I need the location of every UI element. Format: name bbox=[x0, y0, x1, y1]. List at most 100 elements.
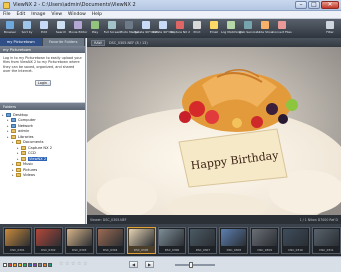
rating-star-icon[interactable]: ☆ bbox=[65, 262, 70, 267]
zoom-slider[interactable] bbox=[175, 261, 215, 268]
rating-star-icon[interactable]: ☆ bbox=[71, 262, 76, 267]
thumbnail-caption: DSC_0310 bbox=[288, 247, 303, 252]
expand-icon[interactable]: ▸ bbox=[7, 118, 10, 122]
thumbnail-image bbox=[252, 228, 278, 246]
toolbar-button-play[interactable]: Play bbox=[87, 21, 103, 38]
convert-icon bbox=[278, 21, 286, 29]
expand-icon[interactable]: ▸ bbox=[17, 151, 20, 155]
folder-icon bbox=[16, 140, 21, 145]
label-swatch-5[interactable] bbox=[28, 262, 32, 267]
toolbar-button-edit[interactable]: Edit bbox=[36, 21, 52, 38]
thumbnail-caption: DSC_0303 bbox=[72, 247, 87, 252]
rating-star-icon[interactable]: ☆ bbox=[83, 262, 88, 267]
close-button[interactable]: ✕ bbox=[321, 1, 339, 9]
toolbar-button-web-service[interactable]: Web Service bbox=[238, 21, 258, 38]
label-swatch-7[interactable] bbox=[38, 262, 42, 267]
expand-icon[interactable]: ▸ bbox=[7, 129, 10, 133]
filmstrip-thumbnail[interactable]: DSC_0307 bbox=[188, 226, 218, 254]
label-swatch-6[interactable] bbox=[33, 262, 37, 267]
expand-icon[interactable]: ▸ bbox=[12, 173, 15, 177]
toolbar-label: Search bbox=[55, 30, 67, 34]
label-swatch-0[interactable] bbox=[3, 262, 7, 267]
label-swatch-1[interactable] bbox=[8, 262, 12, 267]
toolbar-button-slideshow[interactable]: Slide Show bbox=[257, 21, 273, 38]
toolbar-button-rotate-cw[interactable]: Rotate 90°CW bbox=[152, 21, 174, 38]
tab-my-picturetown[interactable]: my Picturetown bbox=[0, 38, 43, 46]
toolbar-button-convert[interactable]: Convert Files bbox=[272, 21, 292, 38]
menu-file[interactable]: File bbox=[3, 12, 11, 17]
maximize-button[interactable]: □ bbox=[308, 1, 320, 9]
rotate-cw-icon bbox=[159, 21, 167, 29]
menu-help[interactable]: Help bbox=[92, 12, 102, 17]
rating-star-icon[interactable]: ☆ bbox=[59, 262, 64, 267]
raw-mode-button[interactable]: RAW bbox=[91, 39, 105, 46]
previous-image-button[interactable]: ◀ bbox=[129, 261, 138, 268]
menu-image[interactable]: Image bbox=[31, 12, 45, 17]
left-pane: my Picturetown Favorite Folders my Pictu… bbox=[0, 38, 86, 230]
toolbar-button-movie-editor[interactable]: Movie Editor bbox=[69, 21, 87, 38]
login-button[interactable]: Login bbox=[34, 79, 51, 86]
edit-icon bbox=[40, 21, 48, 29]
print-icon bbox=[193, 21, 201, 29]
expand-icon[interactable]: ▸ bbox=[12, 168, 15, 172]
label-swatch-4[interactable] bbox=[23, 262, 27, 267]
toolbar-label: Full Screen bbox=[103, 30, 121, 34]
menu-bar: File Edit Image View Window Help bbox=[0, 11, 341, 19]
zoom-slider-knob[interactable] bbox=[189, 261, 193, 268]
window-title: ViewNX 2 - C:\Users\admin\Documents\View… bbox=[13, 2, 136, 8]
toolbar-button-search[interactable]: Search bbox=[53, 21, 69, 38]
filmstrip-thumbnail[interactable]: DSC_0303 bbox=[64, 226, 94, 254]
viewer-status: Viewer: DSC_0305.NEF 1 / 1 Nikon D7000 R… bbox=[87, 215, 341, 224]
capture-icon bbox=[176, 21, 184, 29]
filter-button[interactable]: Filter bbox=[321, 21, 339, 38]
filmstrip-thumbnail[interactable]: DSC_0304 bbox=[95, 226, 125, 254]
filmstrip-thumbnail[interactable]: DSC_0301 bbox=[3, 226, 32, 254]
expand-icon[interactable]: ▸ bbox=[2, 113, 5, 117]
expand-icon[interactable]: ▸ bbox=[17, 146, 20, 150]
label-swatch-2[interactable] bbox=[13, 262, 17, 267]
filmstrip-thumbnail[interactable]: DSC_0309 bbox=[250, 226, 280, 254]
menu-edit[interactable]: Edit bbox=[17, 12, 26, 17]
toolbar-button-email[interactable]: Email bbox=[206, 21, 222, 38]
expand-icon[interactable]: ▸ bbox=[7, 124, 10, 128]
photo-merge-icon bbox=[125, 21, 133, 29]
viewer-status-left: Viewer: DSC_0305.NEF bbox=[90, 217, 127, 222]
next-image-button[interactable]: ▶ bbox=[145, 261, 154, 268]
filmstrip-thumbnail[interactable]: DSC_0311 bbox=[312, 226, 341, 254]
tree-node[interactable]: ▸ Videos bbox=[2, 173, 83, 179]
thumbnail-caption: DSC_0304 bbox=[102, 247, 118, 252]
menu-view[interactable]: View bbox=[51, 12, 62, 17]
label-swatch-9[interactable] bbox=[48, 262, 52, 267]
tree-node-label: CCD bbox=[28, 151, 36, 156]
expand-icon[interactable]: ▸ bbox=[17, 157, 20, 161]
toolbar-button-sort[interactable]: Sort by bbox=[19, 21, 35, 38]
filmstrip-thumbnail[interactable]: DSC_0310 bbox=[281, 226, 311, 254]
filmstrip-thumbnail[interactable]: DSC_0306 bbox=[157, 226, 187, 254]
minimize-button[interactable]: – bbox=[295, 1, 307, 9]
toolbar-button-fullscreen[interactable]: Full Screen bbox=[104, 21, 120, 38]
play-icon bbox=[91, 21, 99, 29]
movie-editor-icon bbox=[74, 21, 82, 29]
folders-header[interactable]: Folders bbox=[0, 103, 85, 110]
filmstrip-thumbnail[interactable]: DSC_0308 bbox=[219, 226, 249, 254]
label-swatch-8[interactable] bbox=[43, 262, 47, 267]
expand-icon[interactable]: ▸ bbox=[7, 135, 10, 139]
menu-window[interactable]: Window bbox=[68, 12, 86, 17]
picturetown-header[interactable]: my Picturetown bbox=[0, 46, 85, 53]
toolbar-button-browser[interactable]: Browser bbox=[2, 21, 18, 38]
rating-star-icon[interactable]: ☆ bbox=[77, 262, 82, 267]
label-swatch-3[interactable] bbox=[18, 262, 22, 267]
main-toolbar: Browser Sort by Edit Search Movie Editor Play… bbox=[0, 19, 341, 38]
app-icon bbox=[3, 2, 10, 9]
toolbar-button-print[interactable]: Print bbox=[189, 21, 205, 38]
filmstrip-thumbnail[interactable]: DSC_0305 bbox=[126, 226, 156, 254]
filmstrip-thumbnail[interactable]: DSC_0302 bbox=[33, 226, 63, 254]
toolbar-button-capture[interactable]: Capture NX 2 bbox=[170, 21, 190, 38]
expand-icon[interactable]: ▸ bbox=[12, 140, 15, 144]
expand-icon[interactable]: ▸ bbox=[12, 162, 15, 166]
folder-tree: ▸ Desktop ▸ Computer ▸ Network ▸ admin ▸ Librarie… bbox=[0, 110, 85, 230]
tab-favorite-folders[interactable]: Favorite Folders bbox=[42, 38, 85, 46]
toolbar-label: Browser bbox=[3, 30, 17, 34]
toolbar-button-log-matching[interactable]: Log Matching bbox=[221, 21, 241, 38]
toolbar-label: Web Service bbox=[238, 30, 258, 34]
